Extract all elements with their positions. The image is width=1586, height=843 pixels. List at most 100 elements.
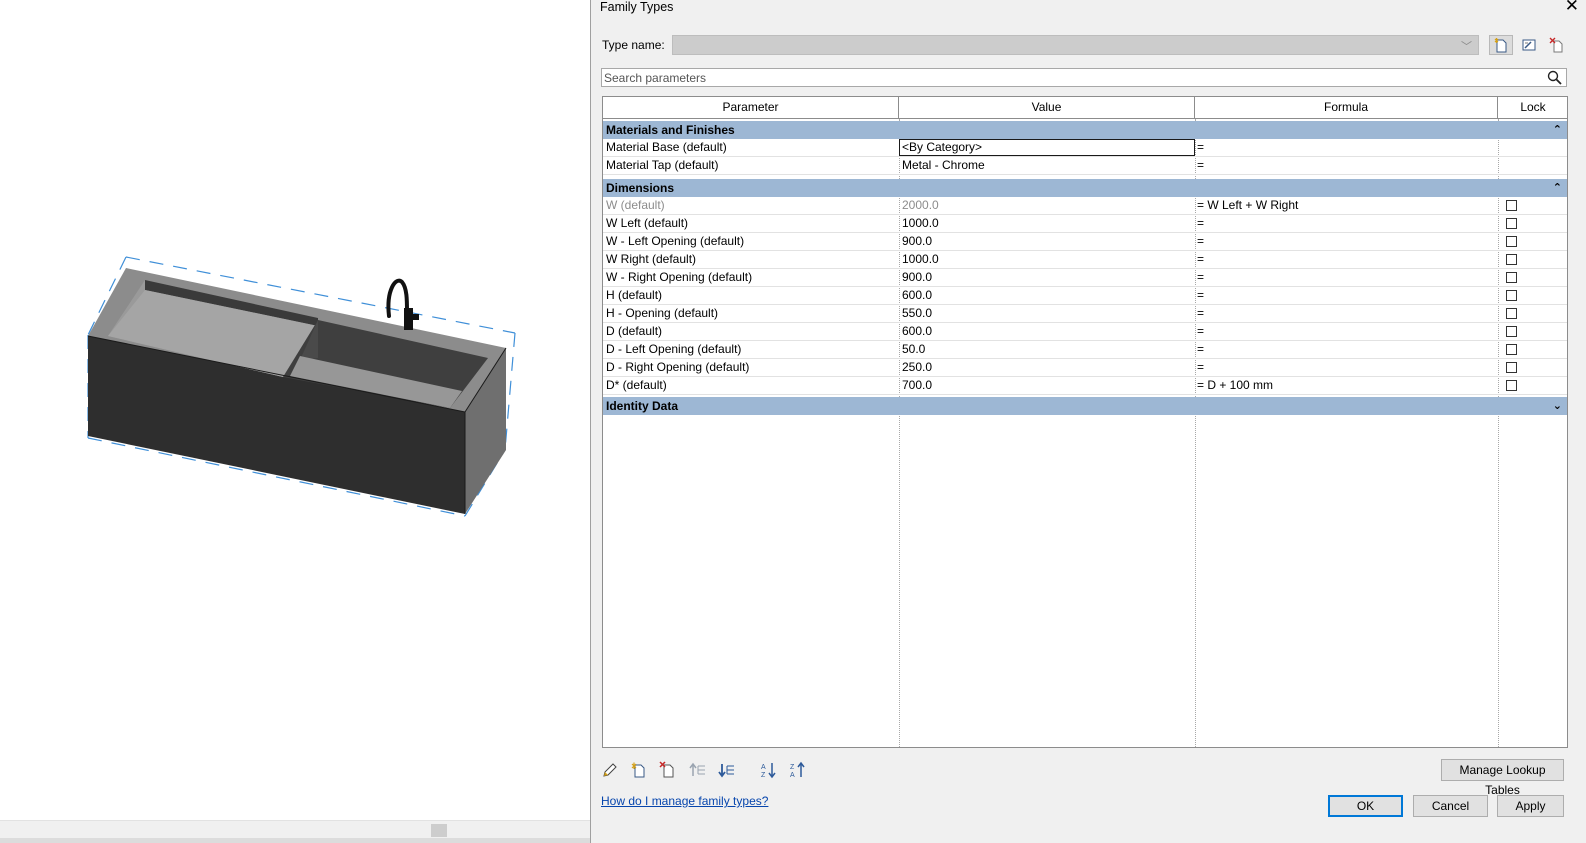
parameter-name: W Left (default) xyxy=(606,216,689,230)
parameter-value[interactable]: 700.0 xyxy=(902,377,1194,394)
svg-text:Z: Z xyxy=(790,764,795,771)
parameter-value[interactable]: 900.0 xyxy=(902,233,1194,250)
column-header-lock[interactable]: Lock xyxy=(1498,97,1567,118)
lock-checkbox[interactable] xyxy=(1501,305,1521,322)
type-name-dropdown[interactable]: ﹀ xyxy=(672,35,1479,55)
group-label: Identity Data xyxy=(606,399,679,413)
parameter-value[interactable]: 600.0 xyxy=(902,323,1194,340)
parameter-value[interactable]: Metal - Chrome xyxy=(902,157,1194,174)
parameter-name: Material Base (default) xyxy=(606,140,727,154)
parameter-row[interactable]: D* (default) 700.0 = D + 100 mm xyxy=(603,377,1567,395)
parameter-name: D - Right Opening (default) xyxy=(606,360,750,374)
parameter-value[interactable]: 600.0 xyxy=(902,287,1194,304)
parameter-formula[interactable]: = xyxy=(1197,215,1497,232)
viewport-bottom-edge xyxy=(0,838,590,843)
parameter-name: D (default) xyxy=(606,324,663,338)
parameter-value[interactable]: 550.0 xyxy=(902,305,1194,322)
manage-lookup-tables-button[interactable]: Manage Lookup Tables xyxy=(1441,759,1564,797)
column-header-formula[interactable]: Formula xyxy=(1195,97,1498,118)
parameter-row[interactable]: W (default) 2000.0 = W Left + W Right xyxy=(603,197,1567,215)
parameter-value-editor[interactable]: <By Category> xyxy=(899,139,1195,156)
parameter-row[interactable]: H - Opening (default) 550.0 = xyxy=(603,305,1567,323)
chevron-down-icon: ﹀ xyxy=(1461,41,1472,53)
delete-type-button[interactable] xyxy=(1545,35,1569,55)
lock-checkbox[interactable] xyxy=(1501,269,1521,286)
ok-button[interactable]: OK xyxy=(1328,795,1403,817)
sort-descending-button[interactable]: Z A xyxy=(787,760,809,780)
group-label: Dimensions xyxy=(606,181,675,195)
new-type-button[interactable] xyxy=(1489,35,1513,55)
parameter-formula[interactable]: = xyxy=(1197,305,1497,322)
parameter-name: H - Opening (default) xyxy=(606,306,719,320)
move-up-button[interactable] xyxy=(687,760,709,780)
parameter-row[interactable]: D (default) 600.0 = xyxy=(603,323,1567,341)
sink-3d-model[interactable] xyxy=(0,0,590,820)
parameter-formula[interactable]: = xyxy=(1197,269,1497,286)
parameter-formula[interactable]: = xyxy=(1197,287,1497,304)
delete-parameter-button[interactable] xyxy=(657,760,679,780)
parameter-name: H (default) xyxy=(606,288,663,302)
parameter-value[interactable]: 50.0 xyxy=(902,341,1194,358)
expand-icon[interactable]: ⌄ xyxy=(1553,397,1562,415)
parameter-row[interactable]: Material Base (default) <By Category> = xyxy=(603,139,1567,157)
parameter-formula[interactable]: = xyxy=(1197,251,1497,268)
column-header-value[interactable]: Value xyxy=(899,97,1195,118)
parameter-value: 2000.0 xyxy=(902,198,939,212)
model-viewport[interactable] xyxy=(0,0,590,843)
lock-checkbox[interactable] xyxy=(1501,251,1521,268)
collapse-icon[interactable]: ⌃ xyxy=(1553,179,1562,197)
parameter-row[interactable]: W Left (default) 1000.0 = xyxy=(603,215,1567,233)
lock-checkbox[interactable] xyxy=(1501,215,1521,232)
parameter-formula[interactable]: = xyxy=(1197,341,1497,358)
lock-checkbox[interactable] xyxy=(1501,287,1521,304)
parameter-row[interactable]: H (default) 600.0 = xyxy=(603,287,1567,305)
parameter-formula[interactable]: = xyxy=(1197,323,1497,340)
parameter-value[interactable]: 1000.0 xyxy=(902,215,1194,232)
close-icon[interactable]: ✕ xyxy=(1565,0,1579,15)
group-identity-data[interactable]: Identity Data ⌄ xyxy=(603,397,1567,415)
help-link[interactable]: How do I manage family types? xyxy=(601,794,768,808)
parameter-value[interactable]: 1000.0 xyxy=(902,251,1194,268)
move-down-button[interactable] xyxy=(716,760,738,780)
rename-type-button[interactable] xyxy=(1517,35,1541,55)
new-parameter-button[interactable] xyxy=(628,760,650,780)
viewport-horizontal-scrollbar[interactable] xyxy=(0,820,590,839)
apply-button[interactable]: Apply xyxy=(1497,795,1564,817)
lock-checkbox[interactable] xyxy=(1501,233,1521,250)
lock-checkbox[interactable] xyxy=(1501,341,1521,358)
parameter-value[interactable]: 900.0 xyxy=(902,269,1194,286)
family-types-dialog: Family Types ✕ Type name: ﹀ Para xyxy=(590,0,1586,843)
parameter-row[interactable]: W - Right Opening (default) 900.0 = xyxy=(603,269,1567,287)
parameter-value[interactable]: 250.0 xyxy=(902,359,1194,376)
new-type-icon xyxy=(1494,38,1507,53)
parameter-row[interactable]: D - Right Opening (default) 250.0 = xyxy=(603,359,1567,377)
group-dimensions[interactable]: Dimensions ⌃ xyxy=(603,179,1567,197)
parameter-formula[interactable]: = xyxy=(1197,233,1497,250)
parameter-formula[interactable]: = D + 100 mm xyxy=(1197,377,1497,394)
column-header-parameter[interactable]: Parameter xyxy=(603,97,899,118)
parameter-row[interactable]: W Right (default) 1000.0 = xyxy=(603,251,1567,269)
parameters-grid[interactable]: Parameter Value Formula Lock Materials a… xyxy=(602,96,1568,748)
scrollbar-thumb[interactable] xyxy=(431,824,447,837)
parameter-name: W Right (default) xyxy=(606,252,697,266)
search-input[interactable] xyxy=(604,70,1539,85)
search-parameters-box[interactable] xyxy=(601,68,1567,87)
cancel-button[interactable]: Cancel xyxy=(1413,795,1488,817)
lock-checkbox[interactable] xyxy=(1501,377,1521,394)
move-down-icon xyxy=(718,764,734,778)
lock-checkbox[interactable] xyxy=(1501,359,1521,376)
parameter-row[interactable]: D - Left Opening (default) 50.0 = xyxy=(603,341,1567,359)
parameter-formula[interactable]: = xyxy=(1197,139,1497,156)
parameter-formula[interactable]: = xyxy=(1197,157,1497,174)
collapse-icon[interactable]: ⌃ xyxy=(1553,121,1562,139)
parameter-formula[interactable]: = W Left + W Right xyxy=(1197,197,1497,214)
lock-checkbox[interactable] xyxy=(1501,323,1521,340)
lock-checkbox[interactable] xyxy=(1501,197,1521,214)
group-materials-and-finishes[interactable]: Materials and Finishes ⌃ xyxy=(603,121,1567,139)
parameter-row[interactable]: Material Tap (default) Metal - Chrome = xyxy=(603,157,1567,175)
parameter-formula[interactable]: = xyxy=(1197,359,1497,376)
search-icon[interactable] xyxy=(1547,70,1562,85)
parameter-row[interactable]: W - Left Opening (default) 900.0 = xyxy=(603,233,1567,251)
sort-ascending-button[interactable]: A Z xyxy=(758,760,780,780)
edit-parameter-button[interactable] xyxy=(599,760,621,780)
